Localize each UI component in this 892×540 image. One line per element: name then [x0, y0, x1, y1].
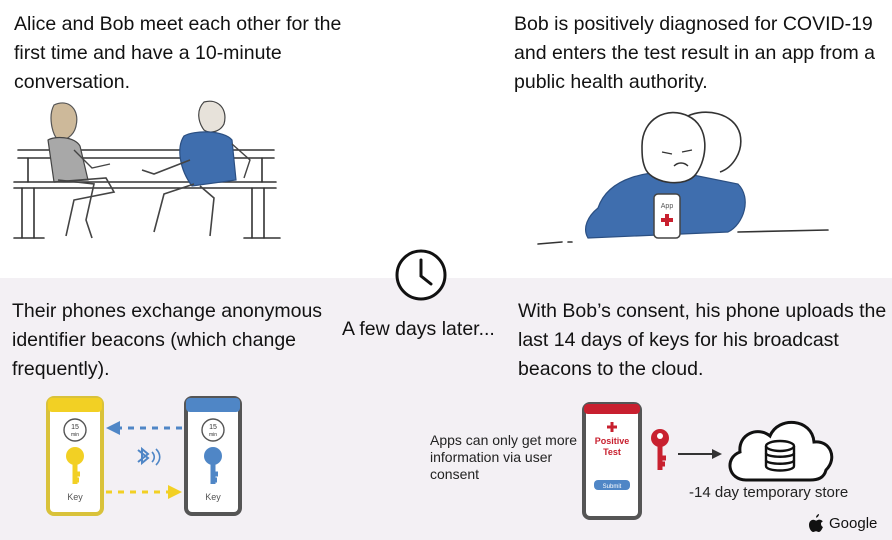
few-days-later-text: A few days later...: [342, 318, 495, 340]
panel-text-exchange: Their phones exchange anonymous identifi…: [12, 300, 323, 380]
clock-icon: [395, 249, 447, 301]
bob-sad-illustration: App: [537, 111, 829, 245]
beacon-exchange-illustration: 15 min Key 15 min Key: [46, 396, 242, 516]
svg-text:Key: Key: [205, 492, 221, 502]
svg-text:App: App: [661, 203, 674, 210]
upload-illustration: Positive Test Submit: [582, 402, 834, 520]
svg-text:15: 15: [71, 424, 79, 431]
red-key-icon: [651, 429, 669, 470]
google-brand-label: Google: [829, 515, 878, 532]
cloud-database-icon: [728, 420, 834, 482]
apple-logo-icon: [809, 514, 823, 532]
svg-text:Key: Key: [67, 492, 83, 502]
blue-dashed-arrow: [106, 421, 182, 435]
yellow-dashed-arrow: [106, 485, 182, 499]
bench-meeting-illustration: [13, 100, 281, 239]
svg-text:min: min: [71, 432, 79, 438]
phone-right: 15 min Key: [184, 396, 242, 516]
svg-text:Test: Test: [603, 447, 621, 457]
panel-text-meeting: Alice and Bob meet each other for the fi…: [14, 13, 342, 93]
svg-text:Submit: Submit: [603, 484, 622, 490]
svg-text:min: min: [209, 432, 217, 438]
svg-text:15: 15: [209, 424, 217, 431]
bluetooth-icon: [137, 446, 161, 466]
positive-test-phone: Positive Test Submit: [582, 402, 642, 520]
svg-text:Positive: Positive: [595, 436, 630, 446]
panel-text-diagnosis: Bob is positively diagnosed for COVID-19…: [514, 13, 875, 93]
store-label: -14 day temporary store: [689, 484, 849, 501]
phone-left: 15 min Key: [46, 396, 104, 516]
bob-figure: [141, 100, 251, 237]
alice-figure: [47, 102, 116, 239]
bob-app-phone: App: [653, 193, 681, 239]
upload-arrow: [678, 449, 722, 459]
consent-note: Apps can only get more information via u…: [430, 432, 578, 482]
panel-text-upload: With Bob’s consent, his phone uploads th…: [518, 300, 887, 380]
